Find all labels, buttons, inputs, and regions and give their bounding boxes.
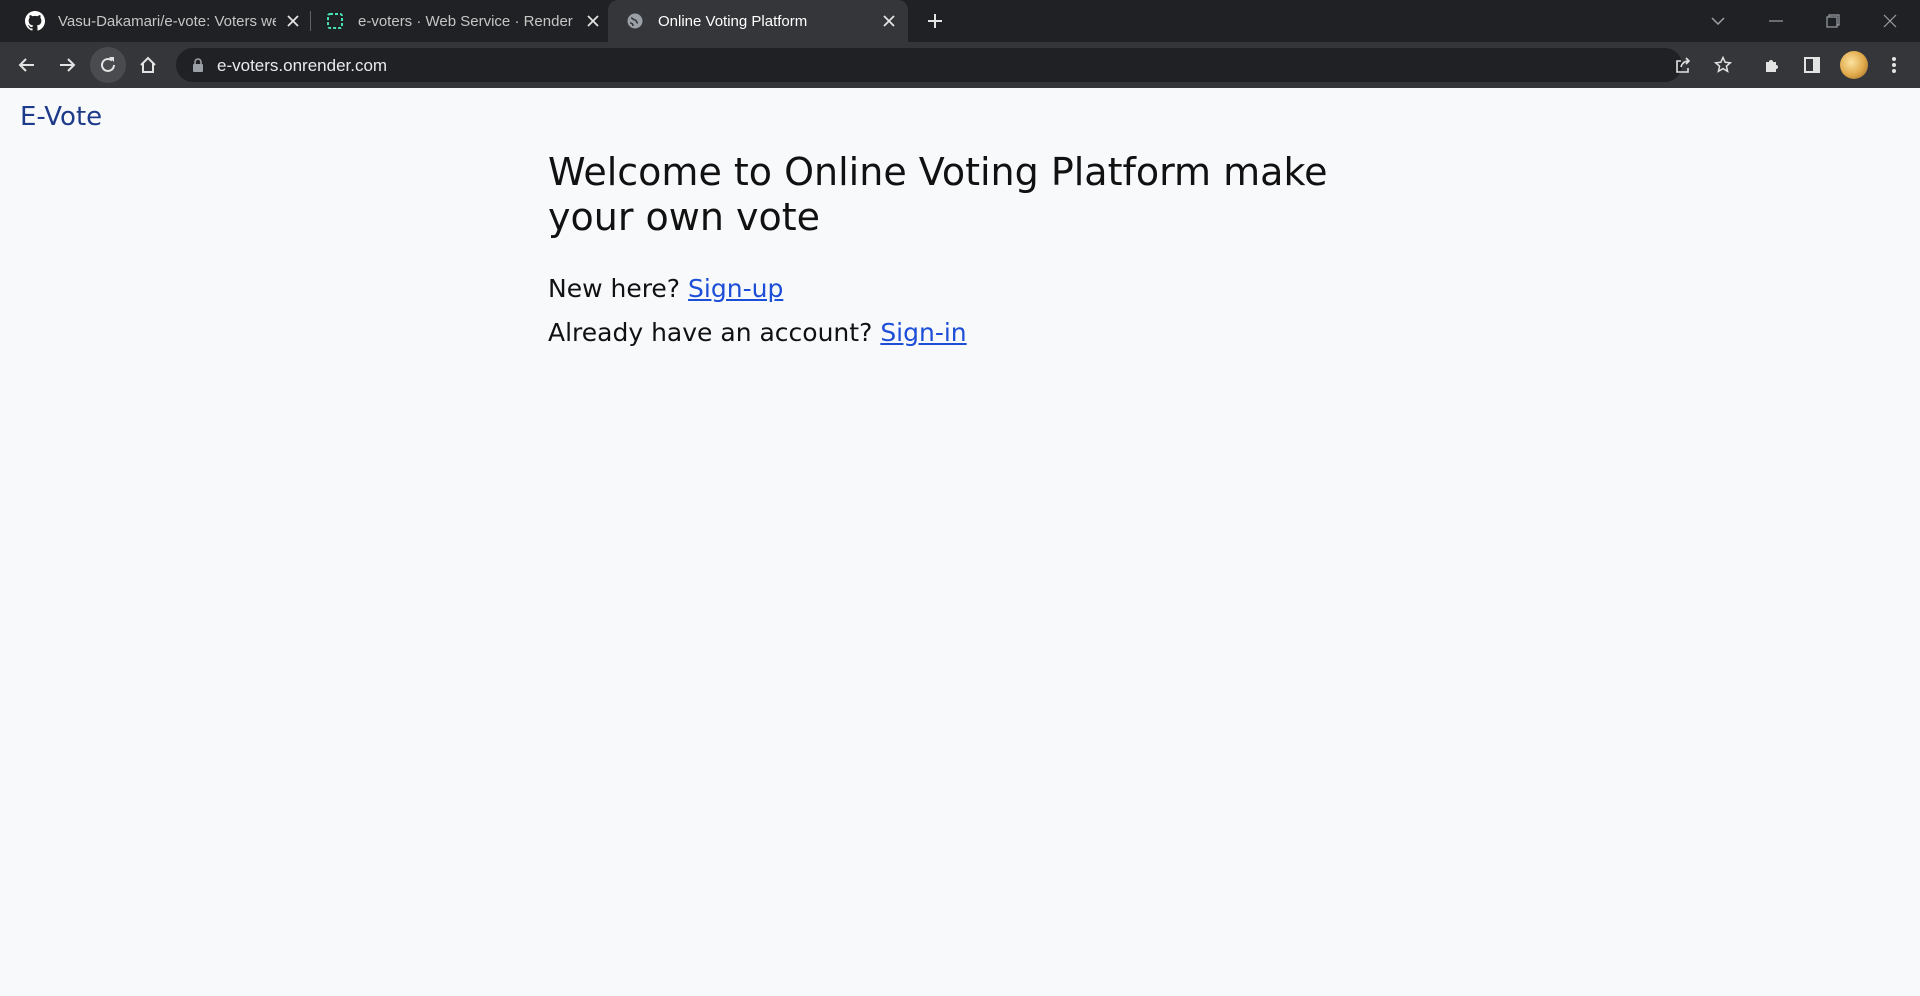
close-tab-icon[interactable]	[282, 10, 304, 32]
tab-title: e-voters · Web Service · Render	[358, 12, 573, 30]
share-icon[interactable]	[1668, 50, 1698, 80]
tab-search-icon[interactable]	[1690, 0, 1746, 42]
extensions-puzzle-icon[interactable]	[1754, 47, 1790, 83]
url-text[interactable]: e-voters.onrender.com	[217, 56, 387, 76]
signup-line: New here? Sign-up	[548, 272, 1348, 306]
close-window-icon[interactable]	[1862, 0, 1918, 42]
side-panel-icon[interactable]	[1794, 47, 1830, 83]
tab-online-voting-platform[interactable]: Online Voting Platform	[608, 0, 908, 42]
globe-icon	[624, 10, 646, 32]
web-page: E-Vote Welcome to Online Voting Platform…	[0, 88, 1920, 996]
address-bar[interactable]: e-voters.onrender.com	[176, 48, 1732, 82]
tab-strip: Vasu-Dakamari/e-vote: Voters web e-voter…	[0, 0, 1920, 42]
restore-icon[interactable]	[1805, 0, 1861, 42]
tab-title: Online Voting Platform	[658, 12, 808, 30]
signin-prompt: Already have an account?	[548, 318, 873, 347]
minimize-icon[interactable]	[1748, 0, 1804, 42]
bookmark-star-icon[interactable]	[1708, 50, 1738, 80]
signin-link[interactable]: Sign-in	[880, 318, 966, 347]
profile-avatar[interactable]	[1840, 51, 1868, 79]
back-arrow-icon[interactable]	[9, 47, 45, 83]
github-icon	[24, 10, 46, 32]
close-tab-icon[interactable]	[878, 10, 900, 32]
tab-title: Vasu-Dakamari/e-vote: Voters web	[58, 12, 276, 30]
tab-github[interactable]: Vasu-Dakamari/e-vote: Voters web	[24, 0, 304, 42]
home-icon[interactable]	[130, 47, 166, 83]
forward-arrow-icon[interactable]	[49, 47, 85, 83]
tab-render[interactable]: e-voters · Web Service · Render	[324, 0, 604, 42]
browser-toolbar: e-voters.onrender.com	[0, 42, 1920, 88]
page-title: Welcome to Online Voting Platform make y…	[548, 150, 1328, 239]
signin-line: Already have an account? Sign-in	[548, 316, 1348, 350]
new-tab-icon[interactable]	[922, 8, 948, 34]
menu-kebab-icon[interactable]	[1876, 47, 1912, 83]
render-icon	[324, 10, 346, 32]
brand-logo[interactable]: E-Vote	[20, 102, 102, 132]
reload-icon[interactable]	[90, 47, 126, 83]
signup-link[interactable]: Sign-up	[688, 274, 783, 303]
tab-separator	[310, 11, 311, 31]
lock-icon[interactable]	[190, 57, 206, 73]
close-tab-icon[interactable]	[582, 10, 604, 32]
main-content: Welcome to Online Voting Platform make y…	[548, 150, 1348, 350]
signup-prompt: New here?	[548, 274, 681, 303]
